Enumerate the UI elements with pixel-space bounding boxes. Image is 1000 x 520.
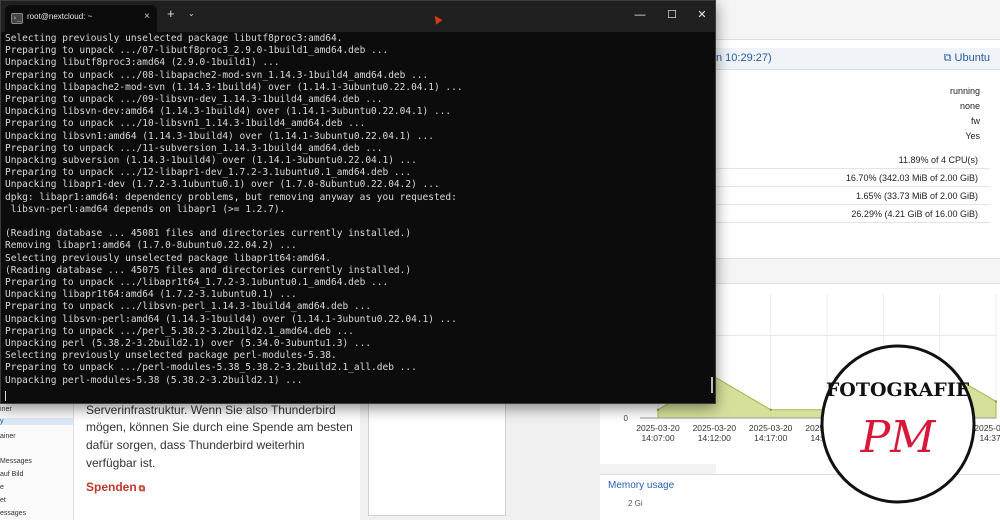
terminal-icon: ›_ — [11, 13, 23, 24]
status-value: Yes — [965, 131, 980, 141]
terminal-line: Preparing to unpack .../09-libsvn-dev_1.… — [5, 94, 383, 105]
terminal-line: Unpacking libapache2-mod-svn (1.14.3-1bu… — [5, 81, 463, 93]
nav-item[interactable]: essages — [0, 510, 26, 517]
terminal-line: Unpacking libutf8proc3:amd64 (2.9.0-1bui… — [5, 57, 280, 69]
fotografie-watermark-logo: FOTOGRAFIE PM — [820, 344, 976, 504]
desktop-screenshot: n 10:29:27) ⧉ Ubuntu running none fw Yes… — [0, 0, 1000, 520]
data-point — [994, 400, 998, 403]
resource-value: 26.29% (4.21 GiB of 16.00 GiB) — [851, 209, 978, 219]
y-tick-label: 0 — [624, 414, 629, 423]
terminal-line: Preparing to unpack .../11-subversion_1.… — [5, 142, 383, 154]
terminal-line: Unpacking perl-modules-5.38 (5.38.2-3.2b… — [5, 374, 303, 386]
mouse-cursor-icon — [431, 13, 443, 25]
left-navigation: iner y ainer Messages auf Bild e et essa… — [0, 404, 74, 520]
middle-panel — [360, 404, 600, 520]
donate-link[interactable]: Spenden ⧉ — [86, 480, 145, 494]
resource-row: 16.70% (342.03 MiB of 2.00 GiB) — [716, 169, 990, 187]
resource-value: 1.65% (33.73 MiB of 2.00 GiB) — [855, 191, 978, 201]
browser-topbar — [716, 0, 1000, 40]
terminal-line: Selecting previously unselected package … — [5, 252, 332, 264]
resource-value: 16.70% (342.03 MiB of 2.00 GiB) — [845, 173, 978, 183]
terminal-line: Preparing to unpack .../perl_5.38.2-3.2b… — [5, 325, 354, 337]
memory-y-tick: 2 Gi — [628, 499, 643, 508]
summary-timestamp: n 10:29:27) — [716, 52, 772, 64]
data-point — [769, 408, 772, 411]
terminal-line: Unpacking libsvn-perl:amd64 (1.14.3-1bui… — [5, 313, 457, 325]
resource-value: 11.89% of 4 CPU(s) — [898, 155, 978, 165]
terminal-line: Removing libapr1:amd64 (1.7.0-8ubuntu0.2… — [5, 240, 297, 252]
x-tick-label: 14:12:00 — [698, 433, 731, 443]
article-line: mögen, können Sie durch eine Spende am b… — [86, 420, 353, 434]
resource-row: 26.29% (4.21 GiB of 16.00 GiB) — [716, 205, 990, 223]
terminal-titlebar[interactable]: ›_ root@nextcloud: ~ × + ⌄ — ☐ ✕ — [1, 1, 715, 32]
nav-item-selected[interactable]: y — [0, 418, 74, 425]
summary-header: n 10:29:27) ⧉ Ubuntu — [716, 48, 1000, 70]
article-line: dafür sorgen, dass Thunderbird weiterhin — [86, 438, 305, 452]
watermark-text: FOTOGRAFIE — [826, 379, 970, 401]
donation-article: Serverinfrastruktur. Wenn Sie also Thund… — [74, 403, 360, 520]
x-tick-label: 14:07:00 — [641, 433, 674, 443]
terminal-line: Preparing to unpack .../12-libapr1-dev_1… — [5, 167, 412, 179]
terminal-line: Selecting previously unselected package … — [5, 33, 343, 44]
terminal-line: Unpacking libsvn1:amd64 (1.14.3-1build4)… — [5, 130, 434, 142]
terminal-line: Preparing to unpack .../libapr1t64_1.7.2… — [5, 277, 389, 288]
status-value: fw — [971, 116, 980, 126]
terminal-window[interactable]: ›_ root@nextcloud: ~ × + ⌄ — ☐ ✕ Selecti… — [0, 0, 716, 404]
terminal-line: Preparing to unpack .../10-libsvn1_1.14.… — [5, 118, 366, 130]
article-line: verfügbar ist. — [86, 456, 156, 470]
x-tick-label: 2025-03-20 — [749, 423, 793, 433]
terminal-line: Unpacking libsvn-dev:amd64 (1.14.3-1buil… — [5, 106, 452, 118]
resource-row: 11.89% of 4 CPU(s) — [716, 151, 990, 169]
terminal-line: dpkg: libapr1:amd64: dependency problems… — [5, 191, 457, 203]
x-tick-label: 14:17:00 — [754, 433, 787, 443]
nav-item[interactable]: auf Bild — [0, 471, 23, 478]
watermark-monogram: PM — [860, 412, 937, 463]
os-link[interactable]: ⧉ Ubuntu — [944, 52, 990, 65]
tab-close-icon[interactable]: × — [144, 11, 150, 22]
nav-item[interactable]: iner — [0, 406, 12, 413]
nav-item[interactable]: et — [0, 497, 6, 504]
terminal-scrollbar[interactable] — [711, 377, 713, 393]
terminal-line: Unpacking libapr1-dev (1.7.2-3.1ubuntu0.… — [5, 179, 440, 191]
new-tab-button[interactable]: + — [167, 7, 175, 21]
terminal-text-cursor — [5, 391, 6, 401]
os-label: Ubuntu — [954, 52, 990, 64]
terminal-line: Selecting previously unselected package … — [5, 350, 337, 362]
chevron-down-icon[interactable]: ⌄ — [188, 9, 195, 18]
link-icon: ⧉ — [943, 52, 955, 64]
status-value: none — [959, 101, 980, 111]
x-tick-label: 14:37:00 — [979, 433, 1000, 443]
terminal-tab[interactable]: ›_ root@nextcloud: ~ × — [5, 5, 157, 32]
memory-chart-title: Memory usage — [608, 480, 675, 491]
tab-title: root@nextcloud: ~ — [27, 12, 93, 21]
terminal-line: Preparing to unpack .../08-libapache2-mo… — [5, 69, 429, 81]
terminal-line: Preparing to unpack .../perl-modules-5.3… — [5, 362, 417, 374]
terminal-line: Preparing to unpack .../07-libutf8proc3_… — [5, 45, 389, 57]
minimize-button[interactable]: — — [625, 5, 655, 25]
x-tick-label: 2025-03-20 — [636, 423, 680, 433]
data-point — [656, 408, 660, 411]
terminal-line: Unpacking perl (5.38.2-3.2build2.1) over… — [5, 338, 372, 349]
terminal-line: Unpacking libapr1t64:amd64 (1.7.2-3.1ubu… — [5, 289, 297, 301]
x-tick-label: 2025-03-20 — [693, 423, 737, 433]
terminal-line: (Reading database ... 45081 files and di… — [5, 228, 412, 240]
graph-section-band — [716, 258, 1000, 284]
panel-box — [368, 404, 506, 516]
terminal-line: Preparing to unpack .../libsvn-perl_1.14… — [5, 301, 372, 313]
donate-label: Spenden — [86, 480, 137, 494]
external-link-icon: ⧉ — [138, 483, 146, 493]
close-button[interactable]: ✕ — [687, 5, 717, 25]
resource-row: 1.65% (33.73 MiB of 2.00 GiB) — [716, 187, 990, 205]
maximize-button[interactable]: ☐ — [657, 5, 687, 25]
status-value: running — [949, 86, 980, 96]
terminal-line: libsvn-perl:amd64 depends on libapr1 (>=… — [5, 203, 286, 215]
nav-item[interactable]: Messages — [0, 458, 32, 465]
terminal-line: (Reading database ... 45075 files and di… — [5, 264, 412, 276]
nav-item[interactable]: ainer — [0, 433, 16, 440]
terminal-line: Unpacking subversion (1.14.3-1build4) ov… — [5, 155, 417, 166]
x-tick-label: 2025-03-20 — [974, 423, 1000, 433]
nav-item[interactable]: e — [0, 484, 4, 491]
terminal-output[interactable]: Selecting previously unselected package … — [5, 33, 705, 403]
